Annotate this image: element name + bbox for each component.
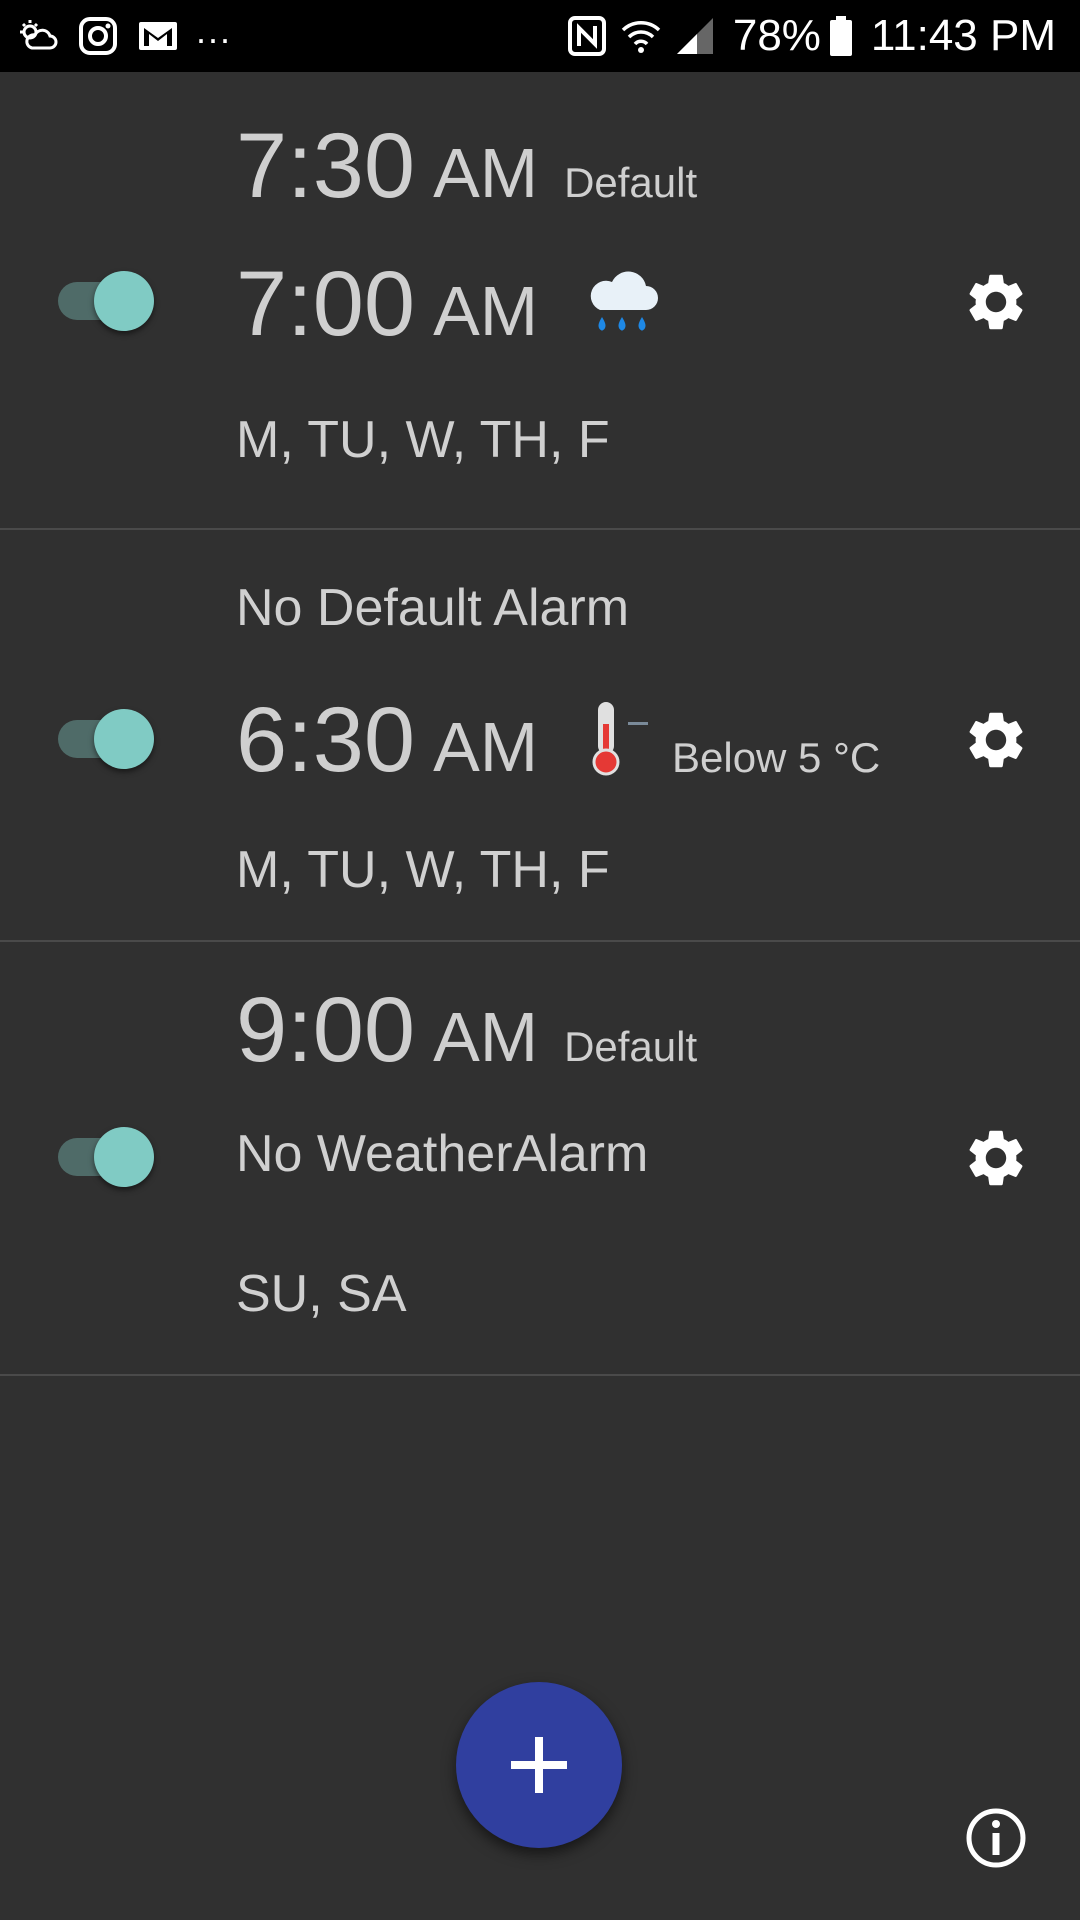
weather-cloud-icon xyxy=(16,14,60,58)
status-bar-right: 78% 11:43 PM xyxy=(565,10,1056,62)
weather-alarm-ampm: AM xyxy=(433,708,539,786)
weather-alarm-row: 7:00 AM xyxy=(236,252,538,357)
alarm-days: SU, SA xyxy=(236,1265,407,1323)
more-notifications-indicator: ... xyxy=(196,10,233,51)
alarm-toggle[interactable] xyxy=(56,1124,156,1188)
alarm-days: M, TU, W, TH, F xyxy=(236,411,610,469)
wifi-icon xyxy=(619,14,663,58)
default-alarm-row: 7:30 AM Default xyxy=(236,114,697,219)
weather-alarm-ampm: AM xyxy=(433,272,539,350)
rain-cloud-icon xyxy=(584,262,662,338)
alarm-item[interactable]: 7:30 AM Default 7:00 AM M, TU, W, TH, F xyxy=(0,72,1080,530)
toggle-thumb xyxy=(94,709,154,769)
default-alarm-time: 9:00 xyxy=(236,979,416,1081)
weather-alarm-row: No WeatherAlarm xyxy=(236,1124,648,1184)
default-alarm-row: 9:00 AM Default xyxy=(236,978,697,1083)
alarm-settings-gear-icon[interactable] xyxy=(962,1124,1030,1192)
cell-signal-icon xyxy=(673,14,717,58)
instagram-icon xyxy=(76,14,120,58)
status-clock: 11:43 PM xyxy=(870,11,1056,60)
toggle-thumb xyxy=(94,1127,154,1187)
battery-percent: 78% xyxy=(732,11,821,60)
alarm-toggle[interactable] xyxy=(56,268,156,332)
default-alarm-ampm: AM xyxy=(433,134,539,212)
alarm-days-row: SU, SA xyxy=(236,1264,407,1324)
no-weather-alarm-label: No WeatherAlarm xyxy=(236,1125,649,1183)
default-alarm-time: 7:30 xyxy=(236,115,416,217)
default-alarm-row: No Default Alarm xyxy=(236,578,629,638)
plus-icon xyxy=(501,1727,577,1803)
alarm-settings-gear-icon[interactable] xyxy=(962,268,1030,336)
alarm-toggle[interactable] xyxy=(56,706,156,770)
add-alarm-button[interactable] xyxy=(456,1682,622,1848)
default-tag: Default xyxy=(564,159,698,206)
alarm-days: M, TU, W, TH, F xyxy=(236,841,610,899)
weather-condition-text: Below 5 °C xyxy=(672,734,881,781)
no-default-alarm-label: No Default Alarm xyxy=(236,579,630,637)
gmail-icon xyxy=(136,14,180,58)
nfc-icon xyxy=(565,14,609,58)
default-tag: Default xyxy=(564,1023,698,1070)
alarm-days-row: M, TU, W, TH, F xyxy=(236,840,610,900)
battery-icon xyxy=(827,14,855,58)
weather-alarm-time: 7:00 xyxy=(236,253,416,355)
info-icon[interactable] xyxy=(964,1806,1028,1870)
toggle-thumb xyxy=(94,271,154,331)
alarm-settings-gear-icon[interactable] xyxy=(962,706,1030,774)
status-bar-left: ... xyxy=(16,10,233,58)
weather-alarm-time: 6:30 xyxy=(236,689,416,791)
weather-alarm-row: 6:30 AM xyxy=(236,688,538,793)
status-bar: ... 78% 11:43 PM xyxy=(0,0,1080,72)
alarm-item[interactable]: 9:00 AM Default No WeatherAlarm SU, SA xyxy=(0,942,1080,1376)
alarm-days-row: M, TU, W, TH, F xyxy=(236,410,610,470)
default-alarm-ampm: AM xyxy=(433,998,539,1076)
thermometer-icon xyxy=(590,698,652,778)
alarm-item[interactable]: No Default Alarm 6:30 AM Below 5 °C M, T… xyxy=(0,530,1080,942)
